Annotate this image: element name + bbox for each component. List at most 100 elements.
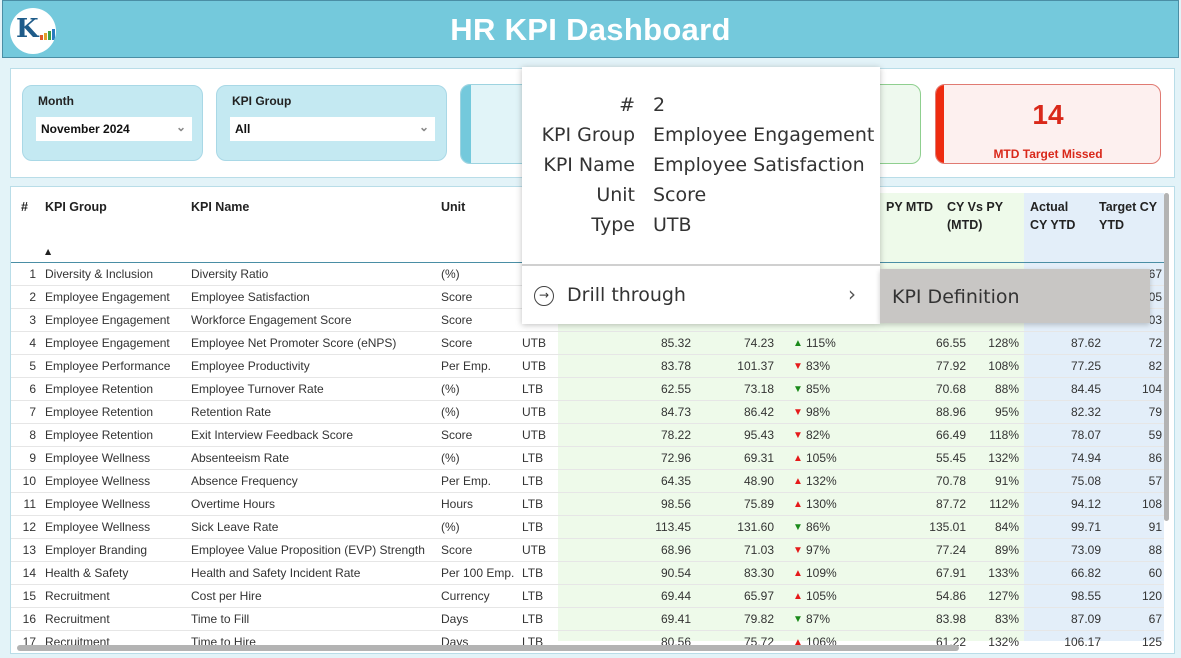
card-accent bbox=[461, 85, 471, 163]
cell-cvp: 133% bbox=[988, 566, 1019, 580]
cell-t: 73.18 bbox=[743, 382, 774, 396]
cell-n: 8 bbox=[29, 428, 36, 442]
cell-group: Employee Retention bbox=[45, 382, 154, 396]
cell-type: LTB bbox=[522, 520, 544, 534]
kpi-card-missed: 14 MTD Target Missed bbox=[935, 84, 1161, 164]
cell-name: Cost per Hire bbox=[191, 589, 262, 603]
cell-group: Employee Wellness bbox=[45, 497, 151, 511]
cell-unit: Per Emp. bbox=[441, 474, 492, 488]
cell-name: Employee Turnover Rate bbox=[191, 382, 324, 396]
table-row[interactable]: 16 Recruitment Time to Fill Days LTB 69.41 79.… bbox=[11, 608, 1164, 631]
cell-pct: 87% bbox=[806, 612, 831, 626]
tooltip-key: KPI Group bbox=[541, 124, 635, 146]
table-row[interactable]: 12 Employee Wellness Sick Leave Rate (%) LTB… bbox=[11, 516, 1164, 539]
col-actual-cy-ytd[interactable]: Actual CY YTD bbox=[1030, 198, 1075, 234]
cell-pct: 82% bbox=[806, 428, 831, 442]
col-target-line2: YTD bbox=[1099, 218, 1124, 232]
cell-ay: 78.07 bbox=[1070, 428, 1101, 442]
kpi-group-slicer: KPI Group All ⌄ bbox=[216, 85, 447, 161]
cell-name: Diversity Ratio bbox=[191, 267, 269, 281]
cell-type: LTB bbox=[522, 382, 544, 396]
cell-group: Employee Engagement bbox=[45, 336, 170, 350]
page-title: HR KPI Dashboard bbox=[450, 12, 731, 47]
tooltip-pointer bbox=[512, 290, 522, 308]
cell-ay: 74.94 bbox=[1070, 451, 1101, 465]
col-cy-vs-py-line1: CY Vs PY bbox=[947, 200, 1004, 214]
tooltip-field: KPI Group Employee Engagement bbox=[522, 124, 880, 154]
table-row[interactable]: 4 Employee Engagement Employee Net Promote… bbox=[11, 332, 1164, 355]
cell-name: Overtime Hours bbox=[191, 497, 276, 511]
cell-t: 131.60 bbox=[737, 520, 774, 534]
month-slicer: Month November 2024 ⌄ bbox=[22, 85, 203, 161]
table-row[interactable]: 15 Recruitment Cost per Hire Currency LTB 69.… bbox=[11, 585, 1164, 608]
cell-group: Recruitment bbox=[45, 589, 110, 603]
cell-type: UTB bbox=[522, 336, 546, 350]
col-num[interactable]: # bbox=[21, 198, 28, 216]
table-row[interactable]: 7 Employee Retention Retention Rate (%) UTB 8… bbox=[11, 401, 1164, 424]
cell-ay: 66.82 bbox=[1070, 566, 1101, 580]
table-row[interactable]: 14 Health & Safety Health and Safety Incid… bbox=[11, 562, 1164, 585]
cell-group: Employee Retention bbox=[45, 405, 154, 419]
horizontal-scrollbar[interactable] bbox=[17, 645, 959, 651]
cell-unit: Currency bbox=[441, 589, 490, 603]
tooltip-field: KPI Name Employee Satisfaction bbox=[522, 154, 880, 184]
cell-name: Health and Safety Incident Rate bbox=[191, 566, 361, 580]
vertical-scrollbar[interactable] bbox=[1164, 193, 1169, 521]
month-dropdown[interactable]: November 2024 ⌄ bbox=[36, 117, 192, 141]
table-row[interactable]: 8 Employee Retention Exit Interview Feedba… bbox=[11, 424, 1164, 447]
cell-group: Employer Branding bbox=[45, 543, 148, 557]
cell-ty: 86 bbox=[1148, 451, 1162, 465]
cell-group: Employee Wellness bbox=[45, 474, 151, 488]
cell-ty: 91 bbox=[1148, 520, 1162, 534]
triangle-down-icon: ▼ bbox=[793, 430, 803, 441]
col-kpi-group[interactable]: KPI Group bbox=[45, 198, 107, 216]
col-unit[interactable]: Unit bbox=[441, 198, 465, 216]
table-row[interactable]: 13 Employer Branding Employee Value Propos… bbox=[11, 539, 1164, 562]
missed-label: MTD Target Missed bbox=[993, 147, 1103, 161]
table-row[interactable]: 11 Employee Wellness Overtime Hours Hours LT… bbox=[11, 493, 1164, 516]
cell-group: Recruitment bbox=[45, 612, 110, 626]
cell-name: Sick Leave Rate bbox=[191, 520, 279, 534]
cell-ay: 99.71 bbox=[1070, 520, 1101, 534]
cell-n: 1 bbox=[29, 267, 36, 281]
drill-submenu: KPI Definition bbox=[880, 269, 1150, 323]
col-cy-vs-py-line2: (MTD) bbox=[947, 218, 983, 232]
drill-through-menu-item[interactable]: → Drill through › bbox=[522, 281, 880, 321]
cell-ay: 75.08 bbox=[1070, 474, 1101, 488]
triangle-up-icon: ▲ bbox=[793, 476, 803, 487]
cell-ty: 88 bbox=[1148, 543, 1162, 557]
kpi-group-value: All bbox=[235, 122, 251, 136]
cell-name: Time to Fill bbox=[191, 612, 250, 626]
col-cy-vs-py[interactable]: CY Vs PY (MTD) bbox=[947, 198, 1003, 234]
tooltip-key: Type bbox=[591, 214, 635, 236]
col-py-mtd[interactable]: PY MTD bbox=[886, 198, 933, 216]
col-kpi-name[interactable]: KPI Name bbox=[191, 198, 249, 216]
col-target-cy-ytd[interactable]: Target CY YTD bbox=[1099, 198, 1157, 234]
table-row[interactable]: 9 Employee Wellness Absenteeism Rate (%) LTB… bbox=[11, 447, 1164, 470]
cell-cvp: 89% bbox=[994, 543, 1019, 557]
table-row[interactable]: 5 Employee Performance Employee Productivi… bbox=[11, 355, 1164, 378]
cell-type: LTB bbox=[522, 451, 544, 465]
cell-pct: 130% bbox=[806, 497, 837, 511]
triangle-up-icon: ▲ bbox=[793, 453, 803, 464]
triangle-down-icon: ▼ bbox=[793, 407, 803, 418]
cell-pct: 85% bbox=[806, 382, 831, 396]
table-row[interactable]: 6 Employee Retention Employee Turnover Rat… bbox=[11, 378, 1164, 401]
cell-t: 65.97 bbox=[743, 589, 774, 603]
month-value: November 2024 bbox=[41, 122, 130, 136]
cell-group: Employee Performance bbox=[45, 359, 171, 373]
tooltip-field: Unit Score bbox=[522, 184, 880, 214]
sort-ascending-icon[interactable]: ▲ bbox=[45, 247, 51, 256]
tooltip-value: UTB bbox=[653, 214, 692, 236]
kpi-definition-item[interactable]: KPI Definition bbox=[892, 286, 1020, 308]
kpi-group-dropdown[interactable]: All ⌄ bbox=[230, 117, 435, 141]
cell-pct: 132% bbox=[806, 474, 837, 488]
cell-ay: 87.09 bbox=[1070, 612, 1101, 626]
cell-n: 4 bbox=[29, 336, 36, 350]
cell-ty: 59 bbox=[1148, 428, 1162, 442]
cell-ty: 57 bbox=[1148, 474, 1162, 488]
cell-pct: 86% bbox=[806, 520, 831, 534]
table-row[interactable]: 10 Employee Wellness Absence Frequency Per … bbox=[11, 470, 1164, 493]
drill-through-icon: → bbox=[534, 286, 554, 306]
cell-group: Employee Retention bbox=[45, 428, 154, 442]
